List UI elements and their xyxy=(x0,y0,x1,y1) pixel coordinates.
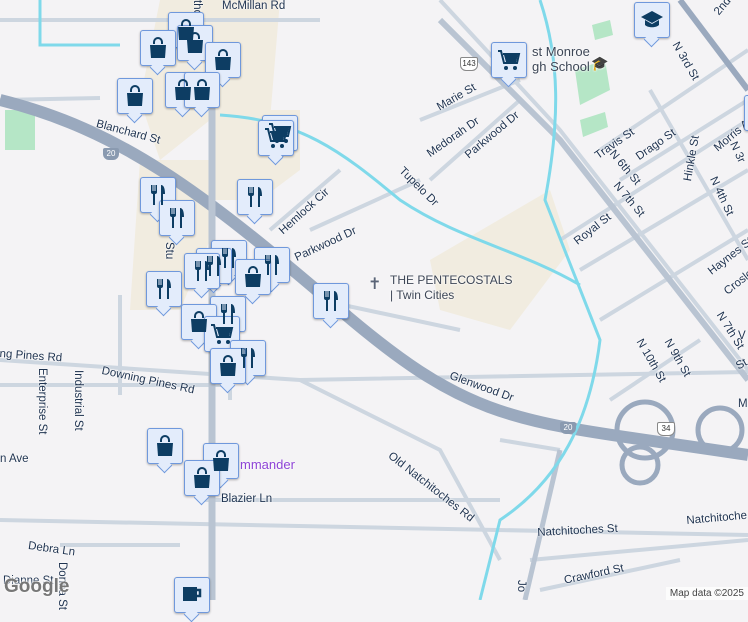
shopping-cart-icon xyxy=(264,126,288,150)
shopping-bag-icon xyxy=(146,36,170,60)
fork-knife-icon xyxy=(319,289,343,313)
shopping-bag-icon xyxy=(216,354,240,378)
church-icon: ✝ xyxy=(368,276,382,293)
road-label: Enterprise St xyxy=(36,368,48,435)
fork-knife-icon xyxy=(152,277,176,301)
interstate-shield: 20 xyxy=(103,148,119,160)
shopping-marker[interactable] xyxy=(147,428,183,464)
fork-knife-icon xyxy=(243,185,267,209)
map-marker[interactable] xyxy=(744,95,748,131)
coffee-mug-icon xyxy=(180,583,204,607)
shopping-bag-icon xyxy=(123,84,147,108)
map-canvas[interactable] xyxy=(0,0,748,600)
school-marker[interactable] xyxy=(634,2,670,38)
shopping-bag-icon xyxy=(153,434,177,458)
fork-knife-icon xyxy=(165,206,189,230)
road-label: M xyxy=(738,398,748,410)
parks xyxy=(575,20,613,137)
shopping-bag-icon xyxy=(187,310,211,334)
fork-knife-icon xyxy=(146,183,170,207)
state-route-shield: 143 xyxy=(460,57,478,71)
road-label: V xyxy=(738,330,746,342)
minor-roads xyxy=(0,0,748,592)
restaurant-marker[interactable] xyxy=(313,283,349,319)
road-label: McMillan Rd xyxy=(222,0,286,12)
restaurant-marker[interactable] xyxy=(146,271,182,307)
road-label: n Ave xyxy=(0,453,29,465)
road-label: Blazier Ln xyxy=(221,493,273,505)
restaurant-marker[interactable] xyxy=(237,179,273,215)
school-icon: 🎓 xyxy=(591,55,609,71)
road-label: Jo xyxy=(515,580,527,593)
road-label: Industrial St xyxy=(72,370,84,431)
shopping-cart-icon xyxy=(497,48,521,72)
shopping-bag-icon xyxy=(241,265,265,289)
cafe-marker[interactable] xyxy=(174,577,210,613)
shopping-bag-icon xyxy=(190,466,214,490)
place-label-pentecostals-sub[interactable]: | Twin Cities xyxy=(390,288,454,302)
shopping-bag-icon xyxy=(211,48,235,72)
restaurant-marker[interactable] xyxy=(159,200,195,236)
place-label-pentecostals[interactable]: THE PENTECOSTALS xyxy=(390,273,512,287)
graduation-cap-icon xyxy=(640,8,664,32)
interstate-shield: 20 xyxy=(560,422,576,434)
shopping-bag-icon xyxy=(183,31,207,55)
place-label-school[interactable]: st Monroe gh School xyxy=(532,44,590,74)
map-attribution[interactable]: Map data ©2025 xyxy=(665,587,748,600)
shopping-bag-icon xyxy=(190,78,214,102)
grocery-marker[interactable] xyxy=(491,42,527,78)
place-label-commander[interactable]: mmander xyxy=(240,457,295,472)
shopping-marker[interactable] xyxy=(184,72,220,108)
shopping-cart-icon xyxy=(210,322,234,346)
google-logo: Google xyxy=(4,576,70,597)
shopping-marker[interactable] xyxy=(140,30,176,66)
fork-knife-icon xyxy=(190,259,214,283)
road-label: Stu xyxy=(163,242,175,260)
us-route-shield: 34 xyxy=(657,422,675,436)
shopping-marker[interactable] xyxy=(117,78,153,114)
